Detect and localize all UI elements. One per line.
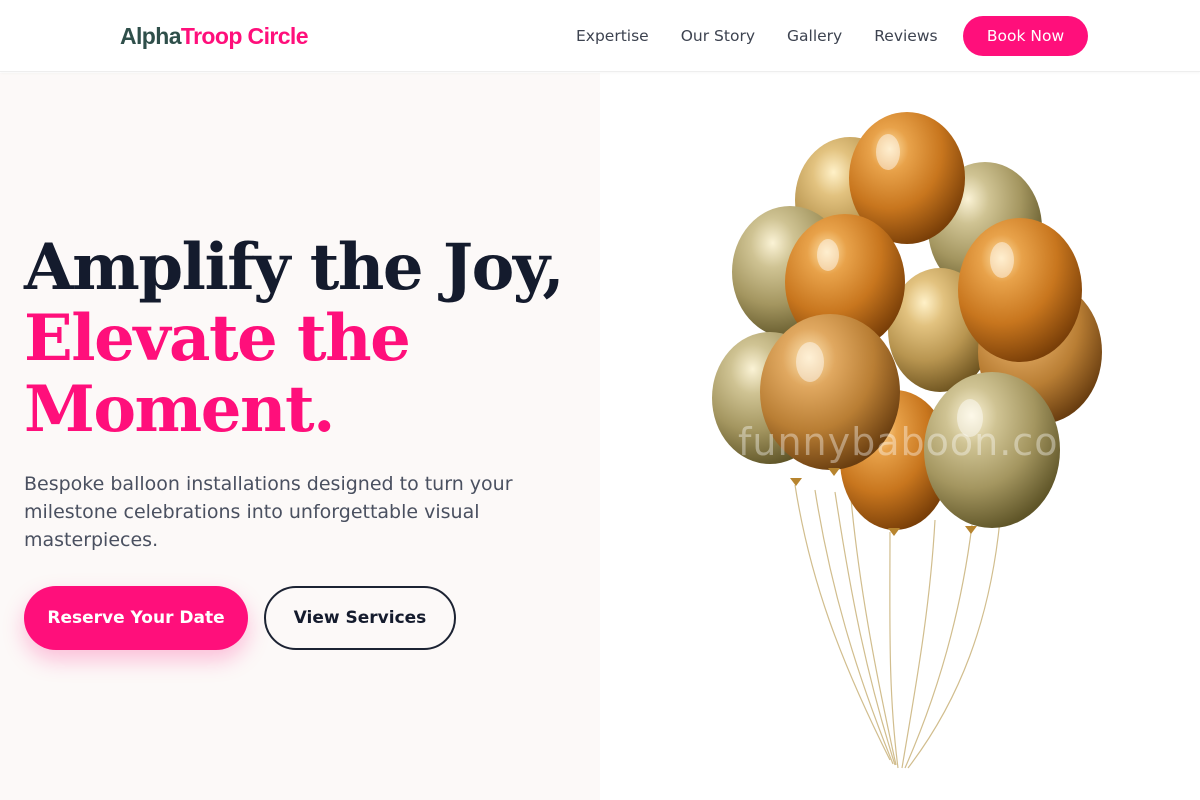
brand-logo[interactable]: AlphaTroop Circle xyxy=(120,22,308,50)
nav-link-expertise[interactable]: Expertise xyxy=(576,26,649,46)
brand-logo-part1: Alpha xyxy=(120,23,181,49)
brand-logo-part2: Troop Circle xyxy=(180,23,309,49)
reserve-date-button[interactable]: Reserve Your Date xyxy=(24,586,248,650)
book-now-button[interactable]: Book Now xyxy=(963,16,1088,56)
nav-link-gallery[interactable]: Gallery xyxy=(787,26,842,46)
balloon-cluster xyxy=(712,112,1102,530)
balloon xyxy=(958,218,1082,362)
top-navbar: AlphaTroop Circle Expertise Our Story Ga… xyxy=(0,0,1200,72)
view-services-button[interactable]: View Services xyxy=(264,586,456,650)
image-watermark: funnybaboon.com xyxy=(738,420,1097,464)
headline-line-2: Elevate the xyxy=(24,301,411,376)
main-nav: Expertise Our Story Gallery Reviews xyxy=(576,26,970,46)
hero-subtext: Bespoke balloon installations designed t… xyxy=(24,473,513,551)
headline-line-1: Amplify the Joy, xyxy=(24,230,565,305)
headline-line-3: Moment. xyxy=(24,372,335,447)
nav-link-our-story[interactable]: Our Story xyxy=(681,26,755,46)
hero-headline: Amplify the Joy, Elevate the Moment. xyxy=(24,230,565,447)
nav-link-reviews[interactable]: Reviews xyxy=(874,26,937,46)
